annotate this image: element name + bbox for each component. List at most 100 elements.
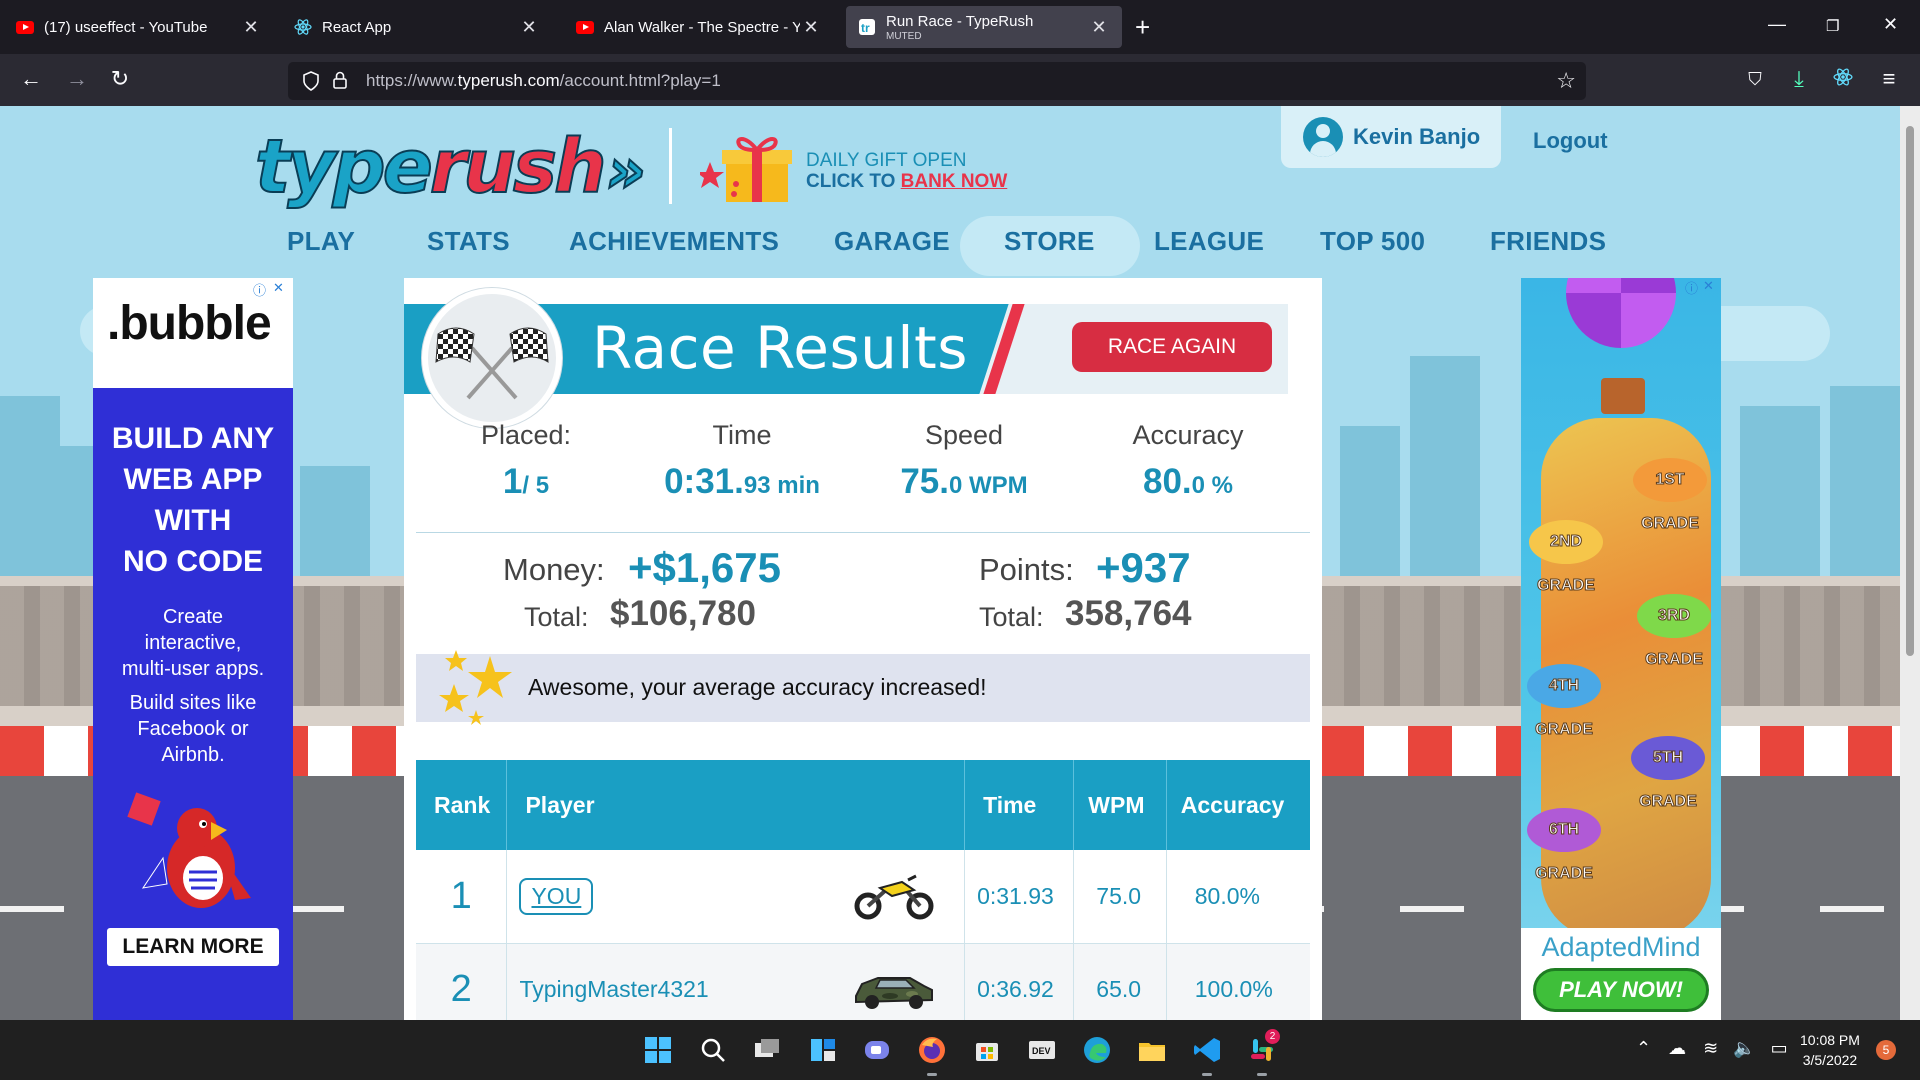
teams-chat-icon[interactable] [862, 1035, 892, 1065]
logo-rush: rush [429, 123, 608, 211]
start-icon[interactable] [643, 1035, 673, 1065]
table-header-row: Rank Player Time WPM Accuracy [416, 760, 1310, 850]
close-tab-icon[interactable]: ✕ [800, 17, 822, 38]
main-nav: PLAY STATS ACHIEVEMENTS GARAGE STORE LEA… [0, 226, 1900, 266]
user-name[interactable]: Kevin Banjo [1353, 124, 1480, 150]
ad-close-icon[interactable]: ✕ [273, 280, 284, 296]
nav-play[interactable]: PLAY [287, 226, 355, 257]
nav-top-500[interactable]: TOP 500 [1320, 226, 1425, 257]
reload-icon[interactable]: ↻ [105, 66, 135, 92]
learn-more-button[interactable]: LEARN MORE [107, 928, 279, 966]
bubble-ad[interactable]: .bubble ⓘ ✕ BUILD ANY WEB APP WITH NO CO… [93, 278, 293, 1020]
url-bar[interactable]: https://www.typerush.com/account.html?pl… [288, 62, 1586, 100]
downloads-icon[interactable]: ⤓ [1784, 66, 1814, 92]
nav-friends[interactable]: FRIENDS [1490, 226, 1606, 257]
dev-to-icon[interactable]: DEV [1027, 1035, 1057, 1065]
grade-5-badge: 5TH GRADE [1631, 736, 1705, 811]
points-value: +937 [1096, 544, 1191, 591]
nav-store[interactable]: STORE [1004, 226, 1095, 257]
file-explorer-icon[interactable] [1137, 1035, 1167, 1065]
gift-icon[interactable] [700, 132, 796, 202]
close-tab-icon[interactable]: ✕ [518, 17, 540, 38]
logout-link[interactable]: Logout [1533, 128, 1608, 154]
typerush-logo[interactable]: typerush» [254, 123, 647, 211]
camo-car-icon [855, 976, 934, 1009]
race-results-title: Race Results [592, 314, 969, 382]
nav-league[interactable]: LEAGUE [1154, 226, 1264, 257]
row-rank: 2 [416, 943, 508, 1020]
pocket-icon[interactable]: ⛉ [1740, 69, 1770, 90]
nav-garage[interactable]: GARAGE [834, 226, 950, 257]
ad-close-icon[interactable]: ✕ [1703, 278, 1714, 294]
firefox-icon[interactable] [917, 1035, 947, 1076]
tab-title: (17) useeffect - YouTube [44, 18, 208, 36]
ad-info-icon[interactable]: ⓘ [1685, 278, 1698, 297]
lock-icon[interactable] [332, 70, 348, 95]
back-icon[interactable]: ← [16, 66, 46, 92]
slack-icon[interactable]: 2 [1247, 1029, 1280, 1076]
accuracy-notice: Awesome, your average accuracy increased… [416, 650, 1310, 725]
bookmark-star-icon[interactable]: ☆ [1556, 68, 1576, 94]
checkered-flags-icon [422, 288, 562, 428]
notification-badge[interactable]: 5 [1876, 1040, 1896, 1060]
page-scrollbar[interactable] [1900, 106, 1920, 1020]
shield-icon[interactable] [302, 71, 320, 96]
search-icon[interactable] [698, 1035, 728, 1065]
close-tab-icon[interactable]: ✕ [240, 17, 262, 38]
tab-react-app[interactable]: React App ✕ [282, 6, 552, 48]
scrollbar-thumb[interactable] [1906, 126, 1914, 656]
grade-4-badge: 4TH GRADE [1527, 664, 1601, 739]
tab-title: Run Race - TypeRush MUTED [886, 13, 1088, 42]
volume-icon[interactable]: 🔈 [1733, 1038, 1755, 1058]
edge-icon[interactable] [1082, 1035, 1112, 1065]
col-wpm: WPM [1073, 760, 1167, 850]
battery-icon[interactable]: ▭ [1771, 1038, 1788, 1058]
race-again-button[interactable]: RACE AGAIN [1072, 322, 1272, 372]
minimize-icon[interactable]: — [1768, 14, 1786, 35]
vscode-icon[interactable] [1192, 1035, 1222, 1076]
new-tab-icon[interactable]: + [1135, 12, 1150, 42]
bank-now-link[interactable]: BANK NOW [901, 171, 1008, 192]
restore-icon[interactable]: ❐ [1826, 17, 1839, 35]
taskbar-clock[interactable]: 10:08 PM 3/5/2022 [1800, 1030, 1860, 1070]
widgets-icon[interactable] [808, 1035, 838, 1065]
nav-achievements[interactable]: ACHIEVEMENTS [569, 226, 779, 257]
forward-icon[interactable]: → [62, 66, 92, 92]
close-tab-icon[interactable]: ✕ [1088, 17, 1110, 38]
bubble-logo: .bubble [107, 297, 272, 350]
subtext-line: multi-user apps. [121, 658, 265, 680]
player-name[interactable]: TypingMaster4321 [519, 976, 708, 1002]
building-decoration [1340, 426, 1400, 586]
menu-icon[interactable]: ≡ [1874, 66, 1904, 92]
adaptedmind-ad[interactable]: ⓘ ✕ 1ST GRADE 2ND GRADE 3RD GRADE 4TH GR… [1521, 278, 1721, 1020]
tab-youtube-useeffect[interactable]: (17) useeffect - YouTube ✕ [4, 6, 274, 48]
user-account-box[interactable]: Kevin Banjo [1281, 106, 1501, 168]
building-decoration [20, 446, 100, 586]
tab-alan-walker[interactable]: Alan Walker - The Spectre - You ✕ [564, 6, 834, 48]
row-wpm: 65.0 [1073, 943, 1167, 1020]
points-total: 358,764 [1065, 594, 1192, 633]
react-devtools-icon[interactable] [1828, 67, 1858, 93]
subtext-line: Airbnb. [161, 744, 225, 766]
stats-divider [416, 532, 1310, 533]
microsoft-store-icon[interactable] [972, 1035, 1002, 1065]
clock-time: 10:08 PM [1800, 1032, 1860, 1048]
speed-number: 75. [900, 462, 949, 501]
logo-type: type [254, 123, 434, 211]
url-text[interactable]: https://www.typerush.com/account.html?pl… [366, 71, 721, 91]
chevron-up-icon[interactable]: ⌃ [1636, 1038, 1651, 1058]
row-player: TypingMaster4321 [506, 943, 966, 1020]
tab-muted-label: MUTED [886, 30, 922, 42]
close-window-icon[interactable]: ✕ [1883, 14, 1898, 35]
task-view-icon[interactable] [752, 1035, 782, 1065]
headline-line: BUILD ANY [111, 422, 275, 455]
nav-stats[interactable]: STATS [427, 226, 510, 257]
play-now-button[interactable]: PLAY NOW! [1533, 968, 1709, 1012]
onedrive-icon[interactable]: ☁ [1668, 1038, 1686, 1058]
wifi-icon[interactable]: ≋ [1703, 1038, 1718, 1058]
clock-date: 3/5/2022 [1802, 1052, 1858, 1068]
player-you-link[interactable]: YOU [519, 877, 594, 915]
tab-run-race-typerush[interactable]: tr Run Race - TypeRush MUTED ✕ [846, 6, 1122, 48]
money-value: +$1,675 [628, 544, 781, 591]
ad-info-icon[interactable]: ⓘ [253, 280, 266, 299]
